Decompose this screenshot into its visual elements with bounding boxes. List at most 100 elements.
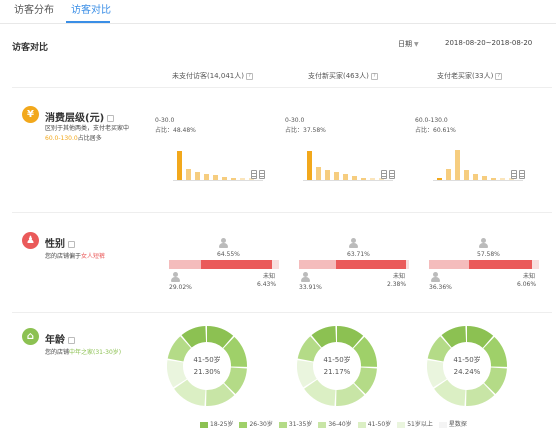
male-person-icon	[431, 272, 440, 282]
legend-item: 51岁以上	[397, 419, 433, 428]
unknown-label: 未知	[393, 273, 406, 280]
help-icon[interactable]	[68, 336, 75, 344]
legend-item: 18-25岁	[200, 419, 233, 428]
help-icon[interactable]: ?	[495, 72, 503, 80]
coin-stack-icon	[519, 170, 525, 179]
legend-swatch	[438, 421, 447, 428]
divider	[12, 212, 552, 213]
unknown-bar	[406, 260, 409, 269]
spend-bar	[186, 169, 191, 180]
legend-swatch	[397, 421, 406, 428]
female-person-icon	[479, 238, 488, 248]
tab-bar: 访客分布 访客对比	[0, 0, 556, 24]
female-bar	[201, 260, 272, 269]
legend-swatch	[239, 421, 248, 428]
age-donut	[167, 326, 247, 406]
visitor-compare-page: 访客分布 访客对比 访客对比 日期 ▼ 2018-08-20~2018-08-20…	[0, 0, 556, 428]
donut-share: 21.17%	[323, 368, 351, 376]
person-body	[431, 277, 440, 282]
age-donut	[427, 326, 507, 406]
gender-desc: 您的店铺偏于女人短裤	[45, 252, 137, 262]
female-person-icon	[349, 238, 358, 248]
male-person-icon	[171, 272, 180, 282]
donut-share: 24.24%	[453, 368, 481, 376]
help-icon[interactable]	[68, 240, 75, 248]
column-header-label: 支付新买家(463人)	[308, 72, 369, 80]
coin-stack-icon	[251, 170, 257, 179]
female-percent: 63.71%	[347, 251, 370, 258]
unknown-bar	[532, 260, 539, 269]
desc-text-end: 占比居多	[77, 135, 102, 142]
desc-highlight: 中年之家(31-30岁)	[69, 349, 122, 356]
unknown-bar	[272, 260, 279, 269]
column-header-unpaid: 未支付访客(14,041人)?	[172, 71, 253, 81]
legend-swatch	[357, 421, 366, 428]
donut-range: 41-50岁	[323, 356, 351, 364]
share-label: 占比：48.48%	[155, 127, 196, 134]
people-icon: ♟	[22, 232, 39, 249]
person-body	[349, 243, 358, 248]
tab-visitor-compare[interactable]: 访客对比	[71, 5, 111, 17]
gender-title: 性别	[45, 235, 75, 250]
age-desc: 您的店铺中年之家(31-30岁)	[45, 348, 137, 358]
age-title: 年龄	[45, 331, 75, 346]
legend-label: 26-30岁	[249, 421, 273, 428]
column-header-label: 未支付访客(14,041人)	[172, 72, 244, 80]
female-bar	[336, 260, 406, 269]
divider	[12, 312, 552, 313]
legend-label: 41-50岁	[367, 421, 392, 428]
male-bar	[429, 260, 469, 269]
active-tab-indicator	[66, 21, 110, 23]
row-title-text: 性别	[45, 239, 65, 250]
desc-highlight: 60.0-130.0	[45, 135, 78, 142]
donut-share: 21.30%	[193, 368, 221, 376]
house-icon: ⌂	[22, 328, 39, 345]
female-percent: 57.58%	[477, 251, 500, 258]
column-header-old-buyers: 支付老买家(33人)?	[437, 71, 503, 81]
help-icon[interactable]: ?	[245, 72, 253, 80]
spend-bar	[446, 169, 451, 180]
section-title: 访客对比	[12, 43, 49, 53]
date-range[interactable]: 2018-08-20~2018-08-20	[445, 39, 532, 47]
desc-text: 您的店铺偏于	[45, 253, 82, 260]
male-percent: 33.91%	[299, 284, 322, 291]
legend-label: 36-40岁	[328, 421, 352, 428]
chart-baseline	[173, 180, 263, 181]
tab-visitor-distribution[interactable]: 访客分布	[14, 5, 54, 17]
unknown-percent: 6.06%	[517, 281, 537, 288]
help-icon[interactable]	[107, 114, 115, 122]
legend-item: 36-40岁	[318, 419, 352, 428]
male-person-icon	[301, 272, 310, 282]
desc-text: 您的店铺	[45, 349, 70, 356]
date-type-label: 日期	[398, 40, 412, 48]
coin-stack-icon	[381, 170, 387, 179]
spend-bar	[307, 151, 312, 180]
spend-bar	[455, 150, 460, 180]
legend-swatch	[200, 421, 208, 428]
male-percent: 29.02%	[169, 284, 192, 291]
donut-range: 41-50岁	[193, 356, 221, 364]
person-body	[479, 243, 488, 248]
legend-item: 26-30岁	[239, 419, 273, 428]
range-label: 0-30.0	[285, 117, 305, 124]
help-icon[interactable]: ?	[370, 72, 378, 80]
legend-swatch	[278, 421, 287, 428]
spend-bar	[316, 167, 321, 180]
yen-icon: ¥	[22, 106, 39, 123]
legend-label: 31-35岁	[288, 421, 313, 428]
chart-baseline	[303, 180, 393, 181]
spend-bar	[334, 172, 339, 180]
legend-item: 31-35岁	[278, 419, 313, 428]
range-label: 60.0-130.0	[415, 117, 448, 124]
column-header-label: 支付老买家(33人)	[437, 72, 494, 80]
unknown-percent: 6.43%	[257, 281, 277, 288]
donut-range: 41-50岁	[453, 356, 481, 364]
date-type-select[interactable]: 日期 ▼	[398, 39, 419, 49]
male-percent: 36.36%	[429, 284, 452, 291]
desc-highlight: 女人短裤	[81, 253, 106, 260]
spend-desc: 区别于其他两类，支付老买家中 60.0-130.0占比居多	[45, 124, 137, 144]
row-title-text: 年龄	[45, 335, 65, 346]
legend-label: 51岁以上	[407, 421, 433, 428]
unknown-label: 未知	[523, 273, 536, 280]
female-person-icon	[219, 238, 228, 248]
